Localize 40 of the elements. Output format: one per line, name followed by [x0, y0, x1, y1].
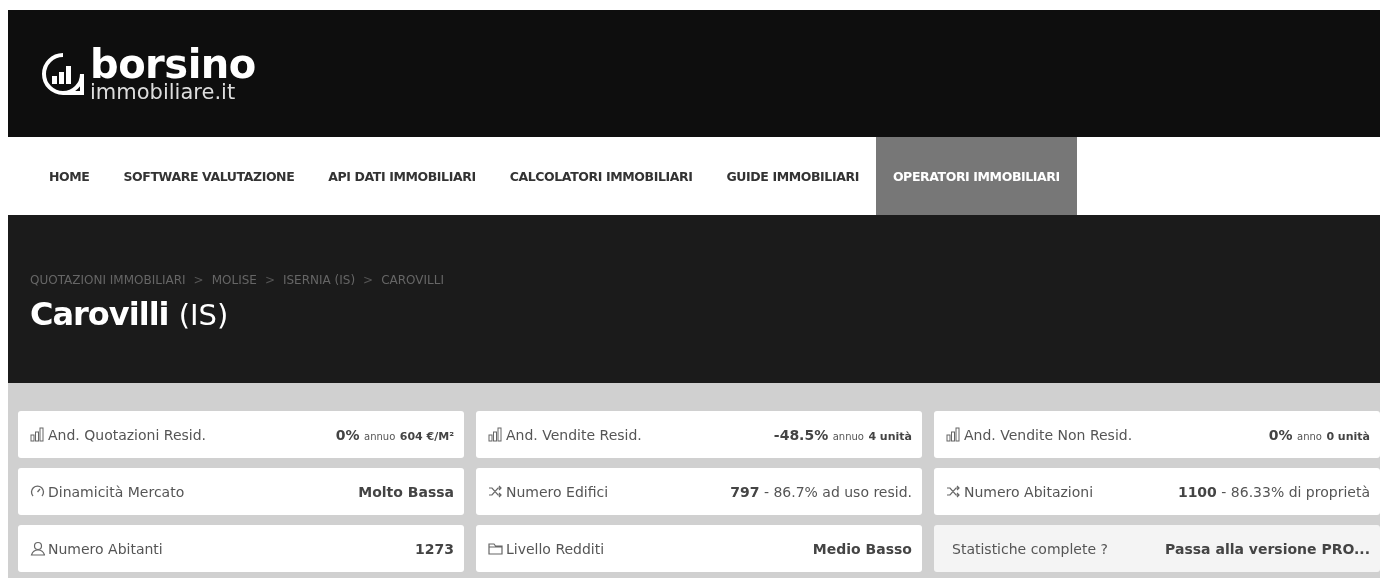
person-icon [30, 541, 45, 556]
page-title: Carovilli (IS) [30, 295, 230, 333]
breadcrumb-separator: > [264, 273, 275, 287]
bar-chart-icon [30, 427, 45, 442]
stat-label: Livello Redditi [506, 540, 605, 557]
stat-label: And. Vendite Resid. [506, 426, 642, 443]
nav-tab[interactable]: HOME [32, 137, 107, 215]
stat-value: -48.5% annuo 4 unità [773, 426, 912, 443]
nav-tab[interactable]: API DATI IMMOBILIARI [311, 137, 493, 215]
logo-name[interactable]: borsino [90, 44, 256, 84]
stat-label: And. Vendite Non Resid. [964, 426, 1133, 443]
stat-label: Numero Edifici [506, 483, 609, 500]
stat-label: Statistiche complete ? [951, 540, 1108, 557]
stat-label: Dinamicità Mercato [48, 483, 185, 500]
stat-value: 1273 [415, 540, 454, 557]
gauge-icon [30, 484, 45, 499]
stat-value: 797 - 86.7% ad uso resid. [730, 483, 912, 500]
nav-tab[interactable]: SOFTWARE VALUTAZIONE [106, 137, 312, 215]
stat-value: 0% annuo 604 €/M² [335, 426, 454, 443]
stat-value: 0% anno 0 unità [1268, 426, 1370, 443]
stat-value: Passa alla versione PRO... [1165, 540, 1370, 557]
breadcrumb-separator: > [193, 273, 204, 287]
stat-value: Molto Bassa [358, 483, 454, 500]
logo-icon[interactable] [40, 50, 86, 97]
promo-card[interactable]: Statistiche complete ? Passa alla versione PRO... [934, 525, 1380, 572]
stat-value: Medio Basso [812, 540, 912, 557]
stat-label: And. Quotazioni Resid. [48, 426, 206, 443]
nav-tab[interactable]: OPERATORI IMMOBILIARI [875, 137, 1077, 215]
shuffle-icon [488, 484, 503, 499]
folder-icon [488, 541, 503, 556]
bar-chart-icon [946, 427, 961, 442]
stat-label: Numero Abitanti [48, 540, 163, 557]
stat-value: 1100 - 86.33% di proprietà [1177, 483, 1370, 500]
logo-subtitle[interactable]: immobiliare.it [90, 82, 256, 103]
shuffle-icon [946, 484, 961, 499]
bar-chart-icon [488, 427, 503, 442]
nav-tab[interactable]: CALCOLATORI IMMOBILIARI [492, 137, 710, 215]
nav-tab[interactable]: GUIDE IMMOBILIARI [709, 137, 876, 215]
stat-label: Numero Abitazioni [964, 483, 1094, 500]
breadcrumb-separator: > [363, 273, 374, 287]
